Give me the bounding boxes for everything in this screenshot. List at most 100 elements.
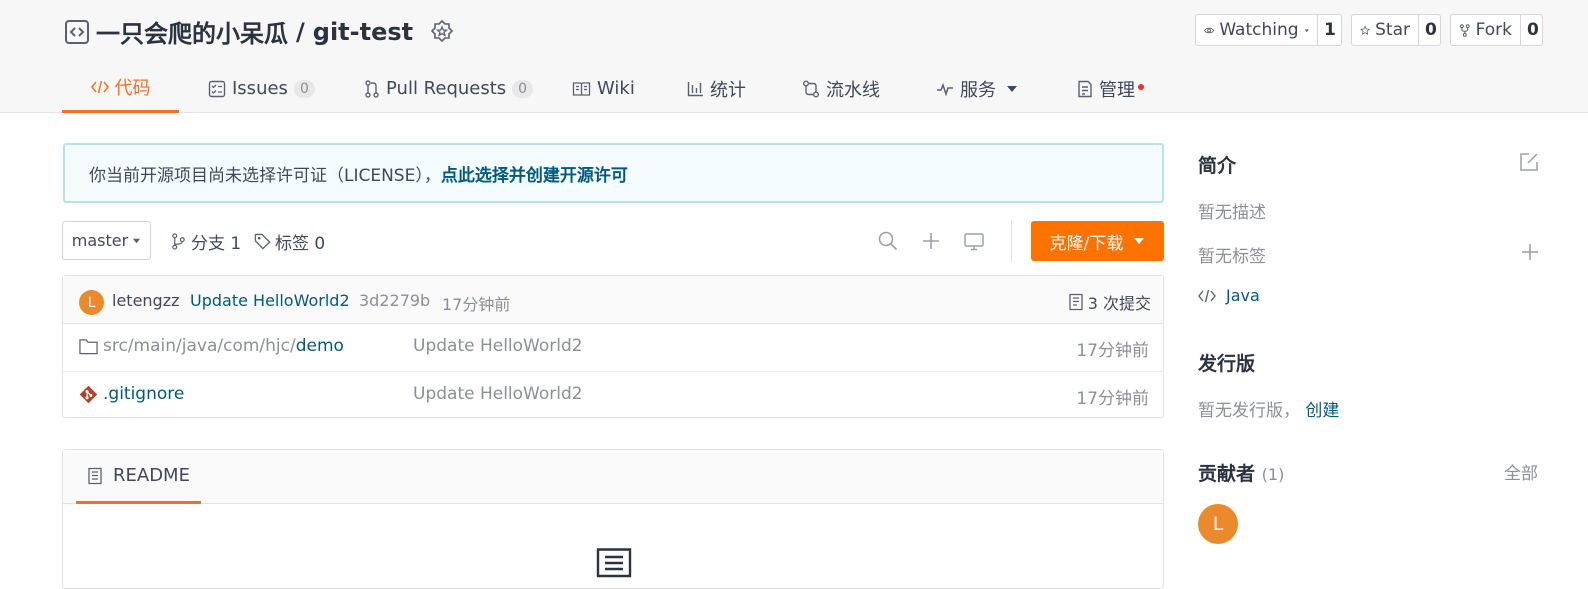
no-release-text: 暂无发行版， xyxy=(1198,401,1300,421)
branch-icon xyxy=(172,233,185,250)
caret-down-icon xyxy=(1007,85,1017,92)
eye-icon xyxy=(1204,27,1215,33)
manage-icon xyxy=(1078,80,1092,97)
star-count[interactable]: 0 xyxy=(1418,15,1443,45)
issues-count-badge: 0 xyxy=(293,79,315,98)
folder-icon xyxy=(79,339,98,355)
tab-manage-label-wrap: 管理 xyxy=(1099,76,1144,102)
readme-tab[interactable]: README xyxy=(76,450,201,504)
pull-request-icon xyxy=(365,79,379,98)
add-file-icon[interactable] xyxy=(920,230,942,252)
file-commit-time: 17分钟前 xyxy=(1076,389,1149,409)
watch-group: Watching 1 xyxy=(1195,14,1342,46)
fork-icon xyxy=(1459,23,1470,37)
commit-message[interactable]: Update HelloWorld2 xyxy=(190,291,350,310)
language-link[interactable]: Java xyxy=(1198,286,1260,305)
commit-count-link[interactable]: 3 次提交 xyxy=(1068,290,1151,314)
file-table: L letengzz Update HelloWorld2 3d2279b 17… xyxy=(62,275,1164,418)
book-icon xyxy=(572,81,591,96)
readme-label: README xyxy=(113,465,190,486)
create-release-link[interactable]: 创建 xyxy=(1305,401,1339,421)
contributors-count: (1) xyxy=(1261,465,1285,484)
readme-header: README xyxy=(63,450,1163,504)
branches-link[interactable]: 分支 1 xyxy=(170,229,241,254)
watch-label: Watching xyxy=(1219,20,1299,40)
file-row[interactable]: src/main/java/com/hjc/demo Update HelloW… xyxy=(63,324,1163,371)
repo-name[interactable]: git-test xyxy=(313,18,413,46)
repo-owner[interactable]: 一只会爬的小呆瓜 xyxy=(96,14,288,49)
search-icon[interactable] xyxy=(877,230,899,252)
fork-label: Fork xyxy=(1475,20,1512,40)
code-icon xyxy=(1198,289,1216,302)
commits-icon xyxy=(1069,293,1083,311)
tab-pipeline-label: 流水线 xyxy=(826,79,880,101)
tab-pull-requests[interactable]: Pull Requests 0 xyxy=(364,64,534,113)
commit-sha[interactable]: 3d2279b xyxy=(359,291,430,310)
file-commit-message[interactable]: Update HelloWorld2 xyxy=(413,384,583,404)
branches-label: 分支 1 xyxy=(191,234,242,254)
license-notice-text: 你当前开源项目尚未选择许可证（LICENSE）， xyxy=(89,165,441,186)
clone-download-button[interactable]: 克隆/下载 xyxy=(1031,221,1164,261)
star-label: Star xyxy=(1375,20,1410,40)
tab-wiki[interactable]: Wiki xyxy=(572,64,635,113)
caret-down-icon xyxy=(1134,238,1145,244)
web-ide-icon[interactable] xyxy=(963,230,985,252)
file-name-link[interactable]: .gitignore xyxy=(103,384,184,404)
tab-stats[interactable]: 统计 xyxy=(687,64,746,113)
fork-count[interactable]: 0 xyxy=(1520,15,1545,45)
contributor-avatar[interactable]: L xyxy=(1198,504,1238,544)
file-commit-message[interactable]: Update HelloWorld2 xyxy=(413,336,583,356)
caret-down-icon xyxy=(133,238,141,244)
license-create-link[interactable]: 点此选择并创建开源许可 xyxy=(441,161,628,186)
star-button[interactable]: Star xyxy=(1352,15,1418,45)
fork-group: Fork 0 xyxy=(1450,14,1543,46)
commit-count-label: 3 次提交 xyxy=(1087,294,1151,313)
intro-title: 简介 xyxy=(1198,155,1237,177)
watch-count[interactable]: 1 xyxy=(1317,15,1342,45)
file-name[interactable]: src/main/java/com/hjc/demo xyxy=(103,336,344,356)
file-name[interactable]: .gitignore xyxy=(103,384,184,404)
tab-manage[interactable]: 管理 xyxy=(1077,64,1144,113)
pipeline-icon xyxy=(803,80,819,97)
tab-pull-requests-label: Pull Requests xyxy=(386,78,507,99)
empty-readme-icon xyxy=(596,548,632,578)
tab-stats-label: 统计 xyxy=(710,79,746,101)
file-commit-time: 17分钟前 xyxy=(1076,341,1149,361)
repo-code-icon xyxy=(65,19,89,44)
tab-pipeline[interactable]: 流水线 xyxy=(802,64,880,113)
tab-issues-label: Issues xyxy=(232,78,288,99)
commit-time: 17分钟前 xyxy=(442,295,511,314)
recommend-badge-icon[interactable] xyxy=(429,19,455,45)
commit-author-avatar[interactable]: L xyxy=(79,290,104,315)
release-title: 发行版 xyxy=(1198,353,1256,375)
file-row[interactable]: .gitignore Update HelloWorld2 17分钟前 xyxy=(63,371,1163,418)
star-icon xyxy=(1360,24,1371,35)
branch-select[interactable]: master xyxy=(62,221,151,260)
notification-dot xyxy=(1138,83,1144,90)
file-name-link[interactable]: demo xyxy=(296,336,344,356)
readme-panel: README xyxy=(62,449,1164,589)
tab-manage-label: 管理 xyxy=(1099,79,1135,101)
repo-header: 一只会爬的小呆瓜 / git-test Watching 1 Star 0 Fo… xyxy=(0,0,1588,113)
tags-label: 标签 0 xyxy=(275,234,326,254)
language-label: Java xyxy=(1226,286,1260,305)
tab-code[interactable]: 代码 xyxy=(62,64,179,113)
pull-requests-count-badge: 0 xyxy=(512,79,534,98)
all-contributors-link[interactable]: 全部 xyxy=(1504,459,1538,484)
contributors-label: 贡献者 xyxy=(1198,463,1256,485)
edit-icon[interactable] xyxy=(1519,152,1539,172)
fork-button[interactable]: Fork xyxy=(1451,15,1520,45)
tags-link[interactable]: 标签 0 xyxy=(254,229,325,254)
pulse-icon xyxy=(937,82,953,96)
tab-services[interactable]: 服务 xyxy=(936,64,1018,113)
tab-issues[interactable]: Issues 0 xyxy=(208,64,315,113)
add-tag-icon[interactable] xyxy=(1520,242,1540,262)
contributors-title: 贡献者 (1) xyxy=(1198,459,1284,486)
commit-author[interactable]: letengzz xyxy=(112,291,180,310)
readme-icon xyxy=(88,467,102,484)
watch-button[interactable]: Watching xyxy=(1196,15,1317,45)
clone-label: 克隆/下载 xyxy=(1049,233,1124,254)
license-notice: 你当前开源项目尚未选择许可证（LICENSE）， 点此选择并创建开源许可 xyxy=(63,143,1164,203)
tab-code-label: 代码 xyxy=(114,78,151,99)
tab-wiki-label: Wiki xyxy=(597,78,635,99)
